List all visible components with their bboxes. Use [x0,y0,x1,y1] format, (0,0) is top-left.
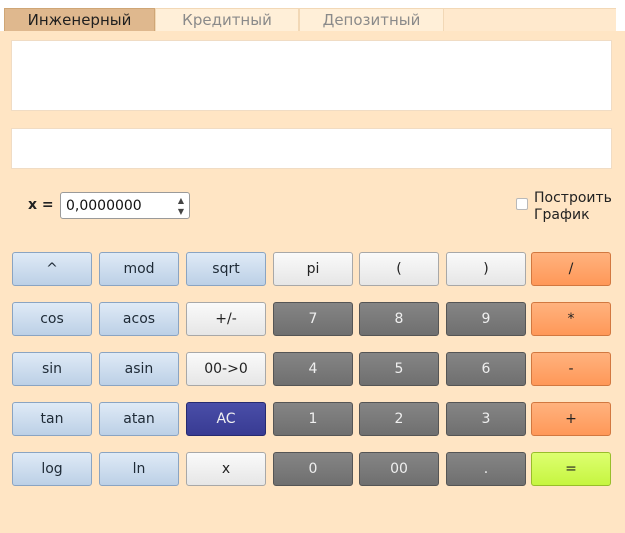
result-display [11,128,612,169]
key-ln[interactable]: ln [99,452,179,486]
key-0[interactable]: 0 [273,452,353,486]
key-asin[interactable]: asin [99,352,179,386]
key-6[interactable]: 6 [446,352,526,386]
key-multiply[interactable]: * [531,302,611,336]
key-3[interactable]: 3 [446,402,526,436]
spin-down-icon[interactable]: ▼ [175,206,187,217]
key-close-paren[interactable]: ) [446,252,526,286]
key-7[interactable]: 7 [273,302,353,336]
tab-engineering[interactable]: Инженерный [4,8,155,31]
key-cos[interactable]: cos [12,302,92,336]
key-plus[interactable]: + [531,402,611,436]
key-sin[interactable]: sin [12,352,92,386]
key-x-variable[interactable]: x [186,452,266,486]
key-pi[interactable]: pi [273,252,353,286]
key-2[interactable]: 2 [359,402,439,436]
key-power[interactable]: ^ [12,252,92,286]
key-equals[interactable]: = [531,452,611,486]
plot-graph-checkbox[interactable] [516,198,528,210]
x-input[interactable] [63,195,177,216]
key-mod[interactable]: mod [99,252,179,286]
key-atan[interactable]: atan [99,402,179,436]
key-tan[interactable]: tan [12,402,92,436]
key-1[interactable]: 1 [273,402,353,436]
key-double-zero[interactable]: 00 [359,452,439,486]
tab-bar: Инженерный Кредитный Депозитный [0,0,625,31]
plot-graph-label: Построить График [534,190,612,223]
key-divide[interactable]: / [531,252,611,286]
tab-deposit[interactable]: Депозитный [299,8,444,31]
plot-graph-toggle[interactable]: Построить График [516,190,614,224]
x-label: x = [28,197,54,213]
key-9[interactable]: 9 [446,302,526,336]
key-5[interactable]: 5 [359,352,439,386]
spin-up-icon[interactable]: ▲ [175,195,187,206]
tab-credit[interactable]: Кредитный [155,8,299,31]
key-log[interactable]: log [12,452,92,486]
calculator-window: Инженерный Кредитный Депозитный x = ▲ ▼ … [0,0,625,533]
key-open-paren[interactable]: ( [359,252,439,286]
key-all-clear[interactable]: AC [186,402,266,436]
key-negate[interactable]: +/- [186,302,266,336]
tab-bar-filler [444,8,616,31]
key-decimal[interactable]: . [446,452,526,486]
key-strip-zeros[interactable]: 00->0 [186,352,266,386]
key-minus[interactable]: - [531,352,611,386]
key-acos[interactable]: acos [99,302,179,336]
key-sqrt[interactable]: sqrt [186,252,266,286]
expression-display[interactable] [11,40,612,111]
x-spinbox[interactable]: ▲ ▼ [60,192,190,219]
key-4[interactable]: 4 [273,352,353,386]
key-8[interactable]: 8 [359,302,439,336]
